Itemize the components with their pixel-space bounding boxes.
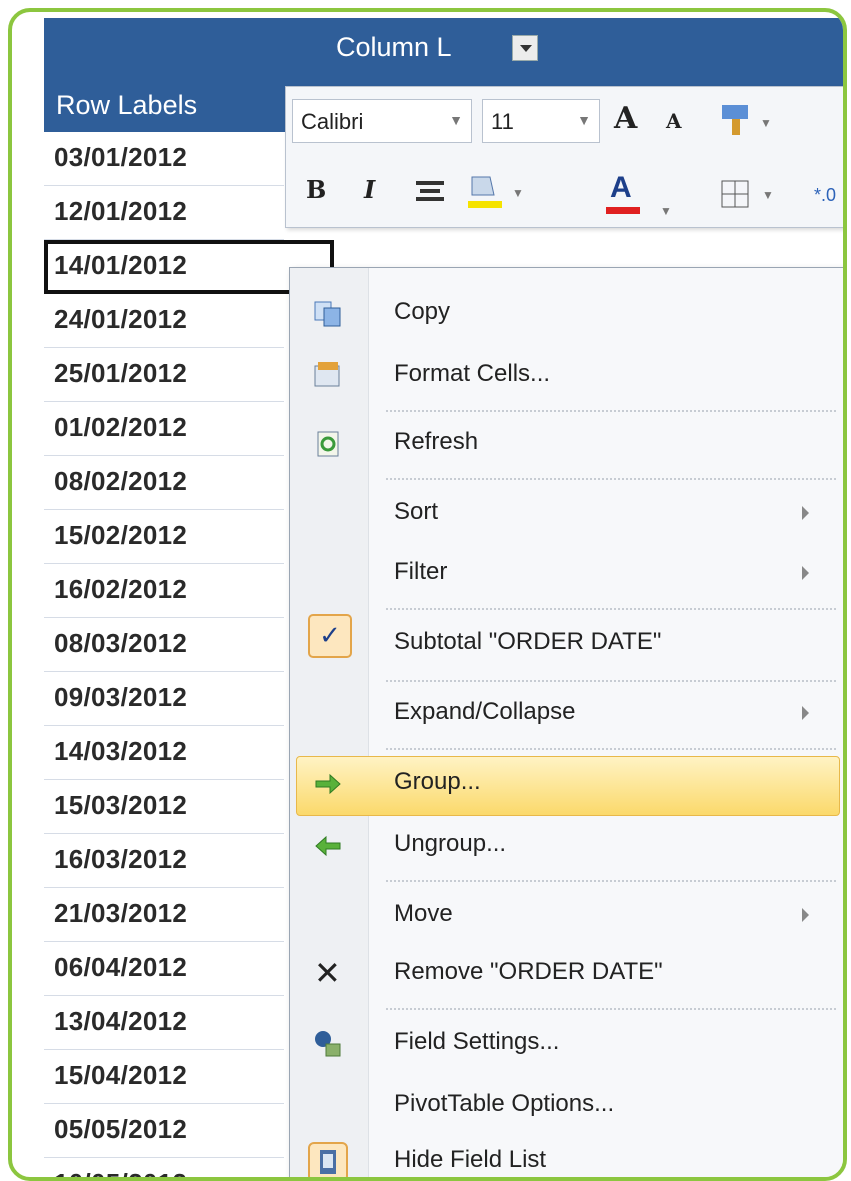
mini-toolbar: Calibri ▼ 11 ▼ A A ▼ B I ▼ A ▼ ▼ *.0 [285, 86, 844, 228]
menu-item-move[interactable]: Move [290, 900, 843, 940]
table-row[interactable]: 01/02/2012 [44, 402, 284, 456]
submenu-arrow-icon [802, 506, 809, 520]
table-row[interactable]: 09/03/2012 [44, 672, 284, 726]
table-row[interactable]: 06/04/2012 [44, 942, 284, 996]
table-row[interactable]: 21/03/2012 [44, 888, 284, 942]
menu-item-label: Refresh [394, 428, 479, 455]
menu-item-sort[interactable]: Sort [290, 498, 843, 538]
menu-item-label: PivotTable Options... [394, 1090, 615, 1117]
menu-separator [386, 608, 836, 610]
font-name-value: Calibri [301, 109, 364, 134]
menu-item-label: Group... [394, 768, 481, 795]
column-labels-text: Column L [336, 32, 452, 62]
table-row[interactable]: 12/01/2012 [44, 186, 284, 240]
menu-item-refresh[interactable]: Refresh [290, 428, 843, 468]
menu-item-label: Remove "ORDER DATE" [394, 958, 663, 985]
copy-icon [314, 301, 341, 327]
table-row[interactable]: 03/01/2012 [44, 132, 284, 186]
font-color-button[interactable]: A [610, 171, 632, 205]
context-menu: Copy Format Cells... Refresh Sort Filter… [289, 267, 843, 1177]
menu-item-label: Filter [394, 558, 448, 585]
column-labels-dropdown-button[interactable] [512, 35, 538, 61]
table-row[interactable]: 25/01/2012 [44, 348, 284, 402]
fill-color-icon[interactable]: ▼ [464, 171, 534, 215]
menu-item-group[interactable]: Group... [290, 768, 843, 808]
menu-item-pivottable-options[interactable]: PivotTable Options... [290, 1090, 843, 1130]
submenu-arrow-icon [802, 706, 809, 720]
remove-x-icon: ✕ [314, 955, 341, 991]
submenu-arrow-icon [802, 566, 809, 580]
menu-item-label: Expand/Collapse [394, 698, 576, 725]
table-row[interactable]: 24/01/2012 [44, 294, 284, 348]
menu-item-label: Ungroup... [394, 830, 507, 857]
menu-item-ungroup[interactable]: Ungroup... [290, 830, 843, 870]
menu-item-format-cells[interactable]: Format Cells... [290, 360, 843, 400]
menu-item-field-settings[interactable]: Field Settings... [290, 1028, 843, 1068]
chevron-down-icon: ▼ [577, 112, 591, 128]
svg-text:▼: ▼ [760, 116, 772, 130]
menu-item-subtotal[interactable]: Subtotal "ORDER DATE" [290, 628, 843, 668]
table-row[interactable]: 13/04/2012 [44, 996, 284, 1050]
font-size-value: 11 [491, 109, 514, 134]
menu-separator [386, 410, 836, 412]
table-row[interactable]: 05/05/2012 [44, 1104, 284, 1158]
chevron-down-icon: ▼ [449, 112, 463, 128]
grow-font-button[interactable]: A [614, 101, 637, 136]
menu-item-expand-collapse[interactable]: Expand/Collapse [290, 698, 843, 738]
menu-item-label: Copy [394, 298, 451, 325]
row-labels-text: Row Labels [56, 90, 198, 120]
submenu-arrow-icon [802, 908, 809, 922]
table-row[interactable]: 08/02/2012 [44, 456, 284, 510]
borders-icon[interactable]: ▼ [718, 177, 788, 213]
table-row[interactable]: 10/05/2012 [44, 1158, 284, 1177]
table-row[interactable]: 15/04/2012 [44, 1050, 284, 1104]
menu-separator [386, 478, 836, 480]
menu-item-filter[interactable]: Filter [290, 558, 843, 598]
font-name-select[interactable]: Calibri ▼ [292, 99, 472, 143]
menu-item-label: Hide Field List [394, 1146, 547, 1173]
bold-button[interactable]: B [306, 175, 326, 204]
menu-item-remove[interactable]: ✕ Remove "ORDER DATE" [290, 955, 843, 998]
table-row[interactable]: 14/03/2012 [44, 726, 284, 780]
field-list-icon [308, 1142, 348, 1177]
svg-text:▼: ▼ [762, 188, 774, 202]
menu-item-copy[interactable]: Copy [290, 298, 843, 338]
format-painter-icon[interactable]: ▼ [720, 101, 780, 141]
menu-item-label: Move [394, 900, 453, 927]
menu-separator [386, 748, 836, 750]
italic-button[interactable]: I [364, 175, 375, 204]
table-row[interactable]: 16/02/2012 [44, 564, 284, 618]
table-row[interactable]: 16/03/2012 [44, 834, 284, 888]
svg-text:▼: ▼ [512, 186, 524, 200]
screenshot-frame: Column L Row Labels 03/01/2012 12/01/201… [8, 8, 847, 1181]
align-center-icon[interactable] [414, 179, 446, 205]
format-cells-icon [314, 362, 340, 387]
menu-separator [386, 880, 836, 882]
column-labels-header: Column L [44, 18, 843, 80]
svg-text:▼: ▼ [660, 205, 672, 218]
ungroup-arrow-icon [315, 835, 341, 857]
field-settings-icon [315, 1031, 341, 1057]
shrink-font-button[interactable]: A [666, 109, 682, 133]
refresh-icon [317, 431, 339, 457]
menu-item-label: Field Settings... [394, 1028, 560, 1055]
menu-item-label: Sort [394, 498, 439, 525]
menu-item-hide-field-list[interactable]: Hide Field List [290, 1142, 843, 1177]
font-color-bar: ▼ [606, 205, 672, 218]
table-row[interactable]: 15/02/2012 [44, 510, 284, 564]
table-row[interactable]: 15/03/2012 [44, 780, 284, 834]
table-row[interactable]: 08/03/2012 [44, 618, 284, 672]
increase-decimal-icon[interactable]: *.0 [814, 179, 844, 209]
svg-text:*.0: *.0 [814, 185, 836, 205]
font-size-select[interactable]: 11 ▼ [482, 99, 600, 143]
pivot-row-list: 03/01/2012 12/01/2012 14/01/2012 24/01/2… [44, 132, 334, 1177]
menu-separator [386, 1008, 836, 1010]
menu-item-label: Format Cells... [394, 360, 551, 387]
group-arrow-icon [315, 773, 341, 795]
menu-separator [386, 680, 836, 682]
menu-item-label: Subtotal "ORDER DATE" [394, 628, 662, 655]
